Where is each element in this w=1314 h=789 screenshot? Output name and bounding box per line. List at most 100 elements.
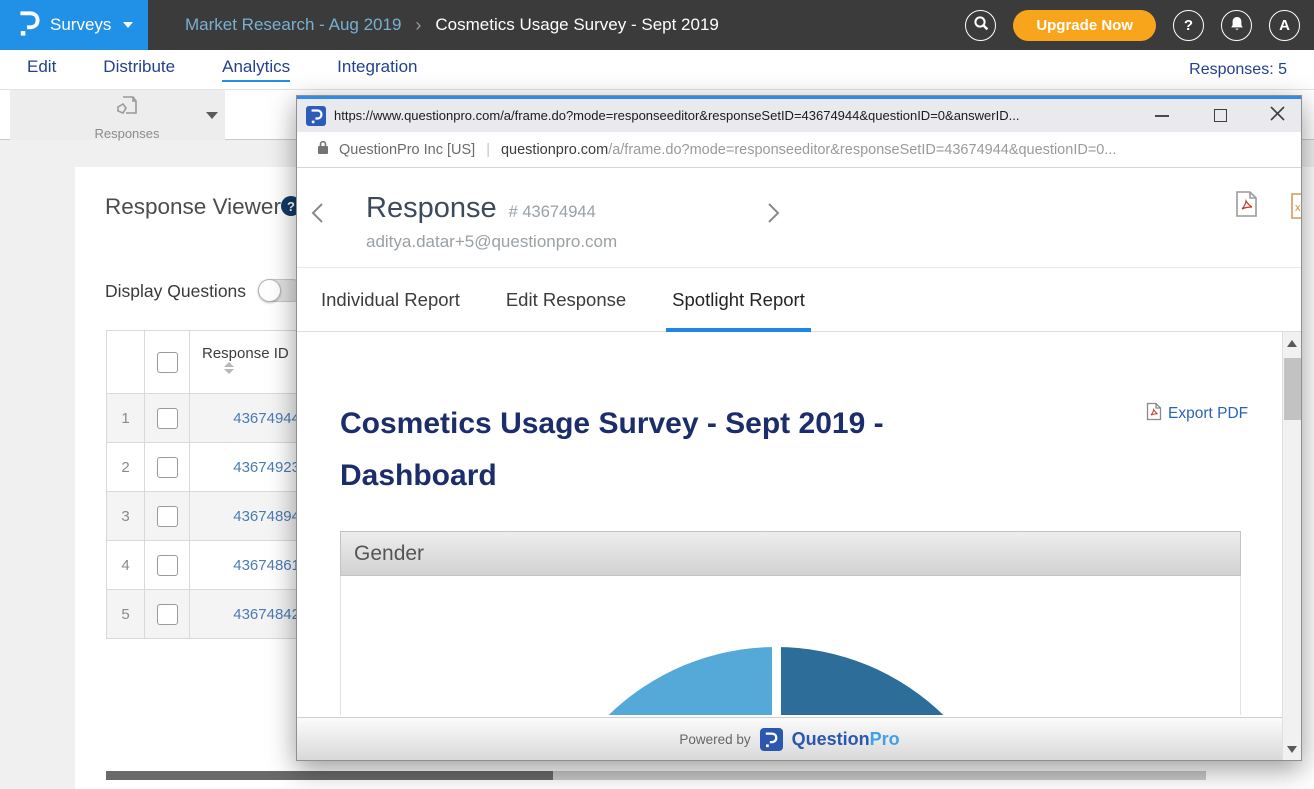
row-checkbox[interactable] [157,408,178,429]
breadcrumb-parent-link[interactable]: Market Research - Aug 2019 [185,15,401,35]
close-button[interactable] [1257,99,1297,132]
svg-text:x: x [1295,202,1301,214]
minimize-button[interactable] [1142,99,1182,132]
surveys-menu-label: Surveys [50,15,111,35]
maximize-button[interactable] [1200,99,1240,132]
tab-analytics[interactable]: Analytics [222,57,290,82]
scroll-up-arrow[interactable] [1283,334,1301,352]
tab-edit[interactable]: Edit [27,57,56,82]
response-id-link[interactable]: 43674861 [190,541,305,590]
breadcrumb-separator-icon: › [415,15,421,36]
cert-org-label: QuestionPro Inc [US] [339,142,475,158]
row-number: 4 [107,541,145,590]
scroll-down-arrow[interactable] [1283,740,1301,758]
address-path: /a/frame.do?mode=responseeditor&response… [608,142,1116,158]
select-all-cell [145,331,190,394]
help-button[interactable]: ? [1173,10,1204,41]
tab-integration[interactable]: Integration [337,57,417,82]
horizontal-scrollbar[interactable] [106,771,1206,780]
report-title: Cosmetics Usage Survey - Sept 2019 - Das… [340,398,995,502]
powered-by-label: Powered by [679,732,750,747]
surveys-menu[interactable]: Surveys [0,0,148,50]
gender-section-header: Gender [340,531,1241,576]
avatar[interactable]: A [1269,10,1300,41]
popup-vertical-scrollbar[interactable] [1282,332,1301,760]
response-editor-popup: https://www.questionpro.com/a/frame.do?m… [296,95,1302,761]
response-id-link[interactable]: 43674842 [190,590,305,639]
tab-distribute[interactable]: Distribute [103,57,175,82]
pdf-file-icon [1146,402,1162,426]
gender-chart-area [340,576,1241,715]
sort-icon[interactable] [224,362,234,374]
toggle-knob [258,279,281,302]
table-row: 5 43674842 [107,590,305,639]
horizontal-scrollbar-thumb[interactable] [106,771,553,780]
questionpro-wordmark: QuestionPro [792,729,900,750]
table-header-row: Response ID [107,331,305,394]
tab-edit-response[interactable]: Edit Response [506,268,626,331]
pie-slice-right[interactable] [781,647,1016,715]
popup-tabs: Individual Report Edit Response Spotligh… [297,268,1301,332]
search-button[interactable] [965,10,996,41]
popup-addressbar[interactable]: QuestionPro Inc [US] | questionpro.com /… [297,132,1301,168]
survey-nav: Edit Distribute Analytics Integration Re… [0,50,1314,90]
responses-toolbar-label: Responses [94,126,159,141]
tab-individual-report[interactable]: Individual Report [321,268,460,331]
breadcrumb-current: Cosmetics Usage Survey - Sept 2019 [435,15,718,35]
response-id-header[interactable]: Response ID [190,331,305,394]
questionpro-logo-icon [18,9,40,42]
gender-pie [536,647,1016,715]
responses-toolbar-button[interactable]: Responses [10,90,225,140]
responses-count: Responses: 5 [1189,50,1287,90]
export-pdf-link[interactable]: Export PDF [1146,402,1248,426]
table-row: 2 43674923 [107,443,305,492]
row-number: 3 [107,492,145,541]
response-header: Response# 43674944 aditya.datar+5@questi… [297,168,1301,268]
select-all-checkbox[interactable] [157,352,178,373]
gender-section: Gender [340,531,1241,715]
top-app-bar: Surveys Market Research - Aug 2019 › Cos… [0,0,1314,50]
response-id-link[interactable]: 43674944 [190,394,305,443]
pie-slice-left[interactable] [536,647,772,715]
export-pdf-label: Export PDF [1168,405,1248,423]
address-domain: questionpro.com [501,142,608,158]
response-id-label: # 43674944 [509,203,596,221]
row-checkbox[interactable] [157,555,178,576]
row-number: 5 [107,590,145,639]
spotlight-report-content: Cosmetics Usage Survey - Sept 2019 - Das… [297,332,1301,717]
table-row: 1 43674944 [107,394,305,443]
response-id-link[interactable]: 43674923 [190,443,305,492]
response-id-link[interactable]: 43674894 [190,492,305,541]
minimize-icon [1155,115,1169,117]
row-checkbox[interactable] [157,457,178,478]
previous-response-button[interactable] [311,202,324,229]
questionpro-footer-logo-icon [760,728,783,751]
address-separator: | [486,142,490,158]
popup-titlebar[interactable]: https://www.questionpro.com/a/frame.do?m… [297,96,1301,132]
respondent-email: aditya.datar+5@questionpro.com [366,232,617,252]
upgrade-now-button[interactable]: Upgrade Now [1013,10,1156,41]
bell-icon [1229,15,1245,36]
response-title: Response# 43674944 [366,192,596,225]
row-number: 2 [107,443,145,492]
export-doc-icon[interactable]: x [1290,192,1302,225]
maximize-icon [1214,109,1227,122]
vertical-scrollbar-thumb[interactable] [1284,358,1301,420]
page-title: Response Viewer [105,194,281,220]
questionpro-favicon [306,106,326,126]
row-checkbox[interactable] [157,604,178,625]
next-response-button[interactable] [767,202,780,229]
responses-icon [114,93,140,124]
row-number: 1 [107,394,145,443]
export-pdf-icon[interactable] [1235,190,1258,223]
tab-spotlight-report[interactable]: Spotlight Report [672,268,805,331]
row-checkbox[interactable] [157,506,178,527]
powered-by-footer: Powered by QuestionPro [297,717,1282,760]
table-row: 4 43674861 [107,541,305,590]
breadcrumb: Market Research - Aug 2019 › Cosmetics U… [185,0,719,50]
notifications-button[interactable] [1221,10,1252,41]
close-icon [1270,106,1285,126]
popup-url: https://www.questionpro.com/a/frame.do?m… [334,108,1124,123]
row-number-header [107,331,145,394]
lock-icon [317,140,329,159]
